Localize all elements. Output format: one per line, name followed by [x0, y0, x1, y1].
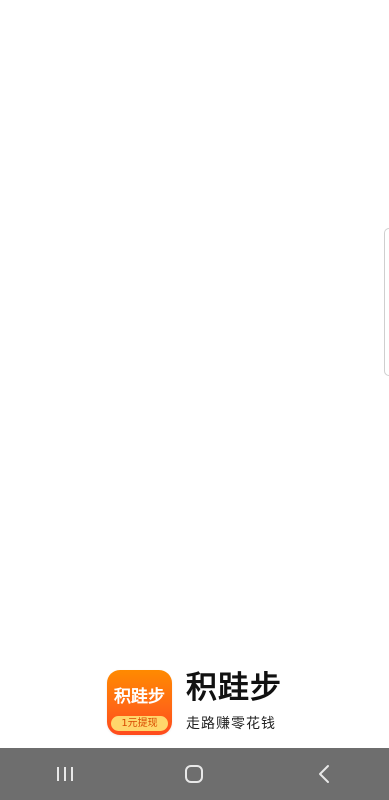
home-icon — [185, 765, 204, 783]
recent-apps-icon — [56, 767, 73, 781]
recent-apps-button[interactable] — [35, 754, 95, 794]
splash-screen: 积跬步 1元提现 积跬步 走路赚零花钱 — [0, 0, 389, 800]
system-navigation-bar — [0, 748, 389, 800]
home-button[interactable] — [164, 754, 224, 794]
back-button[interactable] — [294, 754, 354, 794]
app-name: 积跬步 — [186, 670, 282, 706]
back-icon — [319, 765, 330, 783]
app-logo-icon: 积跬步 1元提现 — [107, 670, 172, 735]
app-slogan: 走路赚零花钱 — [186, 716, 276, 732]
edge-panel-handle[interactable] — [384, 228, 389, 376]
app-logo-title: 积跬步 — [114, 687, 165, 707]
brand-lockup: 积跬步 1元提现 积跬步 走路赚零花钱 — [107, 670, 282, 736]
brand-text: 积跬步 走路赚零花钱 — [186, 670, 282, 733]
app-logo-ribbon: 1元提现 — [111, 716, 168, 731]
